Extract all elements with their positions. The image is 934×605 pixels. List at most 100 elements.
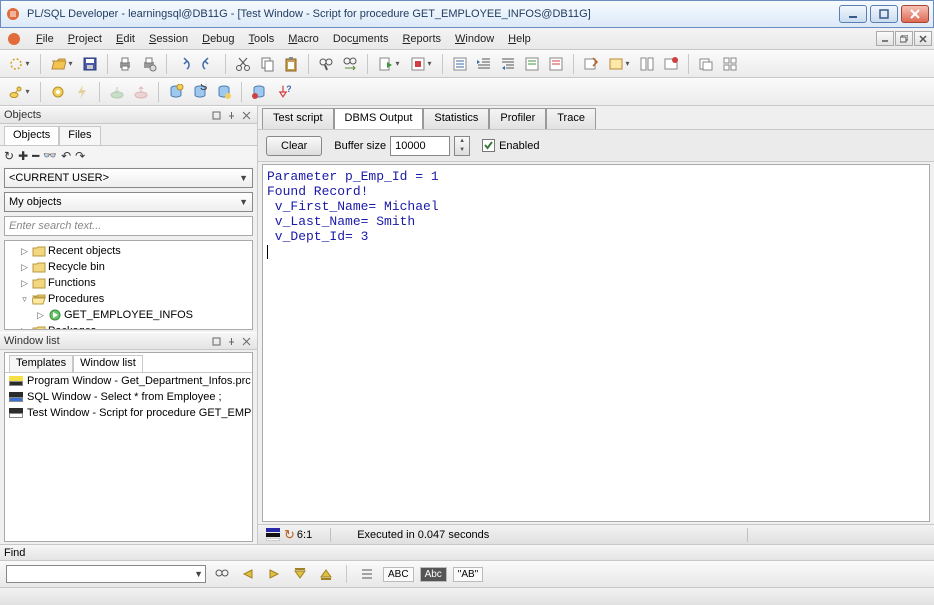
menu-macro[interactable]: Macro [282, 31, 325, 47]
new-button[interactable]: ▾ [4, 53, 34, 75]
filter-combo[interactable]: My objects▼ [4, 192, 253, 212]
explain-button[interactable] [449, 53, 471, 75]
break-button[interactable]: ▾ [406, 53, 436, 75]
unindent-button[interactable] [497, 53, 519, 75]
rollback-button[interactable] [130, 81, 152, 103]
db4-button[interactable] [248, 81, 270, 103]
save-button[interactable] [79, 53, 101, 75]
mdi-restore-button[interactable] [895, 31, 913, 46]
obj-del-icon[interactable]: ━ [32, 149, 39, 164]
tree-item[interactable]: ▷Recycle bin [7, 259, 250, 275]
print-button[interactable] [114, 53, 136, 75]
menu-file[interactable]: File [30, 31, 60, 47]
tree-item[interactable]: ▷Recent objects [7, 243, 250, 259]
db1-button[interactable] [165, 81, 187, 103]
paste-button[interactable] [280, 53, 302, 75]
mdi-minimize-button[interactable] [876, 31, 894, 46]
panel-pin-icon[interactable] [224, 108, 238, 122]
replace-button[interactable] [339, 53, 361, 75]
user-combo[interactable]: <CURRENT USER>▼ [4, 168, 253, 188]
find-next-icon[interactable] [264, 564, 284, 584]
cut-button[interactable] [232, 53, 254, 75]
tool4-button[interactable] [660, 53, 682, 75]
obj-find-icon[interactable]: 👓 [43, 149, 57, 163]
tree-item[interactable]: ▿Procedures [7, 291, 250, 307]
dbms-output-text[interactable]: Parameter p_Emp_Id = 1 Found Record! v_F… [262, 164, 930, 522]
tree-item[interactable]: ▷Packages [7, 323, 250, 330]
mdi-close-button[interactable] [914, 31, 932, 46]
tab-trace[interactable]: Trace [546, 108, 596, 129]
logon-button[interactable]: ▾ [4, 81, 34, 103]
tab-files-inner[interactable]: Files [59, 126, 100, 145]
tool6-button[interactable] [719, 53, 741, 75]
comment-button[interactable] [521, 53, 543, 75]
panel-close-icon[interactable] [239, 334, 253, 348]
status-refresh-icon[interactable]: ↻ [284, 527, 295, 543]
obj-back-icon[interactable]: ↶ [61, 149, 71, 164]
redo-button[interactable] [197, 53, 219, 75]
find-binoculars-icon[interactable] [212, 564, 232, 584]
find-prev-icon[interactable] [238, 564, 258, 584]
tab-winlist[interactable]: Window list [73, 355, 143, 372]
lightning-button[interactable] [71, 81, 93, 103]
object-tree[interactable]: ▷Recent objects▷Recycle bin▷Functions▿Pr… [4, 240, 253, 330]
find-list-icon[interactable] [357, 564, 377, 584]
tree-item[interactable]: ▷Functions [7, 275, 250, 291]
panel-menu-icon[interactable] [209, 334, 223, 348]
menu-edit[interactable]: Edit [110, 31, 141, 47]
tab-dbms-output[interactable]: DBMS Output [334, 108, 424, 129]
maximize-button[interactable] [870, 5, 898, 23]
object-search-input[interactable]: Enter search text... [4, 216, 253, 236]
tool1-button[interactable] [580, 53, 602, 75]
tool2-button[interactable]: ▾ [604, 53, 634, 75]
execute-button[interactable]: ▾ [374, 53, 404, 75]
find-input[interactable]: ▼ [6, 565, 206, 583]
winlist-item[interactable]: Test Window - Script for procedure GET_E… [5, 405, 252, 421]
menu-documents[interactable]: Documents [327, 31, 395, 47]
open-button[interactable]: ▾ [47, 53, 77, 75]
panel-menu-icon[interactable] [209, 108, 223, 122]
tab-templates[interactable]: Templates [9, 355, 73, 372]
tool5-button[interactable] [695, 53, 717, 75]
copy-button[interactable] [256, 53, 278, 75]
tab-profiler[interactable]: Profiler [489, 108, 546, 129]
undo-button[interactable] [173, 53, 195, 75]
obj-refresh-icon[interactable]: ↻ [4, 149, 14, 164]
buffer-size-spinner[interactable]: ▲▼ [454, 136, 470, 156]
obj-fwd-icon[interactable]: ↷ [75, 149, 85, 164]
menu-session[interactable]: Session [143, 31, 194, 47]
winlist-item[interactable]: SQL Window - Select * from Employee ; [5, 389, 252, 405]
indent-button[interactable] [473, 53, 495, 75]
clear-button[interactable]: Clear [266, 136, 322, 156]
help-arrow-button[interactable]: ? [272, 81, 294, 103]
db2-button[interactable]: SQL [189, 81, 211, 103]
menu-debug[interactable]: Debug [196, 31, 240, 47]
tab-test-script[interactable]: Test script [262, 108, 334, 129]
find-last-icon[interactable] [316, 564, 336, 584]
print-setup-button[interactable] [138, 53, 160, 75]
find-first-icon[interactable] [290, 564, 310, 584]
buffer-size-input[interactable] [390, 136, 450, 156]
gear-button[interactable] [47, 81, 69, 103]
panel-close-icon[interactable] [239, 108, 253, 122]
minimize-button[interactable] [839, 5, 867, 23]
menu-project[interactable]: Project [62, 31, 108, 47]
db3-button[interactable] [213, 81, 235, 103]
menu-reports[interactable]: Reports [396, 31, 447, 47]
tree-item[interactable]: ▷GET_EMPLOYEE_INFOS [7, 307, 250, 323]
tool3-button[interactable] [636, 53, 658, 75]
find-whole-button[interactable]: "AB" [453, 567, 483, 582]
tab-statistics[interactable]: Statistics [423, 108, 489, 129]
obj-add-icon[interactable]: ✚ [18, 149, 28, 164]
commit-button[interactable] [106, 81, 128, 103]
panel-pin-icon[interactable] [224, 334, 238, 348]
find-button[interactable] [315, 53, 337, 75]
tab-objects-inner[interactable]: Objects [4, 126, 59, 145]
close-button[interactable] [901, 5, 929, 23]
menu-tools[interactable]: Tools [243, 31, 281, 47]
menu-window[interactable]: Window [449, 31, 500, 47]
menu-help[interactable]: Help [502, 31, 537, 47]
winlist-item[interactable]: Program Window - Get_Department_Infos.pr… [5, 373, 252, 389]
uncomment-button[interactable] [545, 53, 567, 75]
find-case-button[interactable]: Abc [420, 567, 447, 582]
